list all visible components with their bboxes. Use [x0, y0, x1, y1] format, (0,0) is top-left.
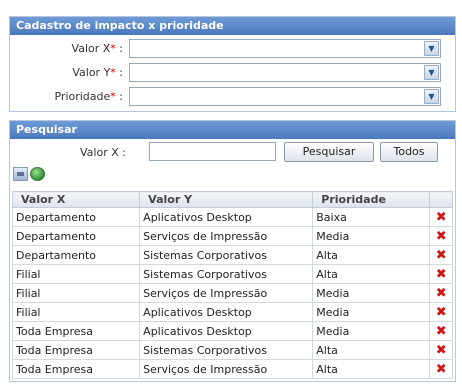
cell-valor-y: Sistemas Corporativos: [139, 264, 314, 284]
search-valor-x-label: Valor X :: [80, 146, 126, 159]
table-row: Toda Empresa Aplicativos Desktop Media ✖: [11, 321, 453, 341]
cell-valor-y: Aplicativos Desktop: [139, 302, 314, 322]
cadastro-panel-title: Cadastro de impacto x prioridade: [10, 17, 455, 35]
valor-x-select[interactable]: ▼: [129, 39, 441, 58]
cell-valor-x: Toda Empresa: [11, 359, 141, 379]
table-row: Toda Empresa Serviços de Impressão Alta …: [11, 359, 453, 379]
cell-prioridade: Media: [312, 321, 431, 341]
column-header-prioridade[interactable]: Prioridade: [312, 191, 431, 208]
pesquisar-button[interactable]: Pesquisar: [284, 142, 374, 162]
results-table: Valor X Valor Y Prioridade Departamento …: [11, 191, 453, 379]
valor-y-label: Valor Y* :: [72, 66, 123, 79]
column-header-valor-x[interactable]: Valor X: [11, 191, 141, 208]
delete-x-icon[interactable]: ✖: [436, 363, 447, 376]
cell-valor-x: Filial: [11, 302, 141, 322]
cell-prioridade: Media: [312, 283, 431, 303]
cell-prioridade: Alta: [312, 245, 431, 265]
delete-x-icon[interactable]: ✖: [436, 306, 447, 319]
pesquisar-panel-title: Pesquisar: [10, 121, 455, 139]
cell-prioridade: Alta: [312, 340, 431, 360]
cell-valor-y: Serviços de Impressão: [139, 226, 314, 246]
pesquisar-panel: Pesquisar Valor X : Pesquisar Todos Valo…: [9, 120, 456, 382]
cell-valor-x: Departamento: [11, 245, 141, 265]
table-row: Filial Serviços de Impressão Media ✖: [11, 283, 453, 303]
column-header-actions: [429, 191, 453, 208]
cell-prioridade: Media: [312, 302, 431, 322]
prioridade-label: Prioridade* :: [54, 90, 123, 103]
delete-x-icon[interactable]: ✖: [436, 268, 447, 281]
table-row: Filial Aplicativos Desktop Media ✖: [11, 302, 453, 322]
globe-icon[interactable]: [30, 167, 45, 181]
todos-button[interactable]: Todos: [380, 142, 438, 162]
search-valor-x-input[interactable]: [149, 142, 276, 161]
table-row: Departamento Sistemas Corporativos Alta …: [11, 245, 453, 265]
cell-valor-y: Aplicativos Desktop: [139, 207, 314, 227]
delete-x-icon[interactable]: ✖: [436, 211, 447, 224]
cell-valor-x: Toda Empresa: [11, 340, 141, 360]
delete-x-icon[interactable]: ✖: [436, 325, 447, 338]
chevron-down-icon[interactable]: ▼: [424, 65, 439, 80]
table-header-row: Valor X Valor Y Prioridade: [11, 191, 453, 208]
print-icon[interactable]: [13, 167, 28, 181]
cell-valor-x: Filial: [11, 283, 141, 303]
valor-y-select[interactable]: ▼: [129, 63, 441, 82]
valor-x-row: Valor X* : ▼: [10, 39, 455, 59]
valor-x-label: Valor X* :: [71, 42, 123, 55]
cell-valor-y: Serviços de Impressão: [139, 283, 314, 303]
table-row: Filial Sistemas Corporativos Alta ✖: [11, 264, 453, 284]
cell-valor-y: Aplicativos Desktop: [139, 321, 314, 341]
cell-prioridade: Alta: [312, 264, 431, 284]
chevron-down-icon[interactable]: ▼: [424, 89, 439, 104]
column-header-valor-y[interactable]: Valor Y: [139, 191, 314, 208]
cell-prioridade: Baixa: [312, 207, 431, 227]
cell-valor-y: Sistemas Corporativos: [139, 245, 314, 265]
cadastro-panel: Cadastro de impacto x prioridade Valor X…: [9, 16, 456, 112]
delete-x-icon[interactable]: ✖: [436, 230, 447, 243]
cell-valor-x: Departamento: [11, 226, 141, 246]
cell-valor-y: Serviços de Impressão: [139, 359, 314, 379]
delete-x-icon[interactable]: ✖: [436, 249, 447, 262]
cell-valor-x: Filial: [11, 264, 141, 284]
cell-valor-y: Sistemas Corporativos: [139, 340, 314, 360]
prioridade-row: Prioridade* : ▼: [10, 87, 455, 107]
delete-x-icon[interactable]: ✖: [436, 344, 447, 357]
cell-valor-x: Departamento: [11, 207, 141, 227]
cell-prioridade: Alta: [312, 359, 431, 379]
cell-valor-x: Toda Empresa: [11, 321, 141, 341]
table-row: Toda Empresa Sistemas Corporativos Alta …: [11, 340, 453, 360]
table-row: Departamento Serviços de Impressão Media…: [11, 226, 453, 246]
delete-x-icon[interactable]: ✖: [436, 287, 447, 300]
valor-y-row: Valor Y* : ▼: [10, 63, 455, 83]
search-row: Valor X : Pesquisar Todos: [10, 142, 455, 164]
prioridade-select[interactable]: ▼: [129, 87, 441, 106]
chevron-down-icon[interactable]: ▼: [424, 41, 439, 56]
table-row: Departamento Aplicativos Desktop Baixa ✖: [11, 207, 453, 227]
cell-prioridade: Media: [312, 226, 431, 246]
